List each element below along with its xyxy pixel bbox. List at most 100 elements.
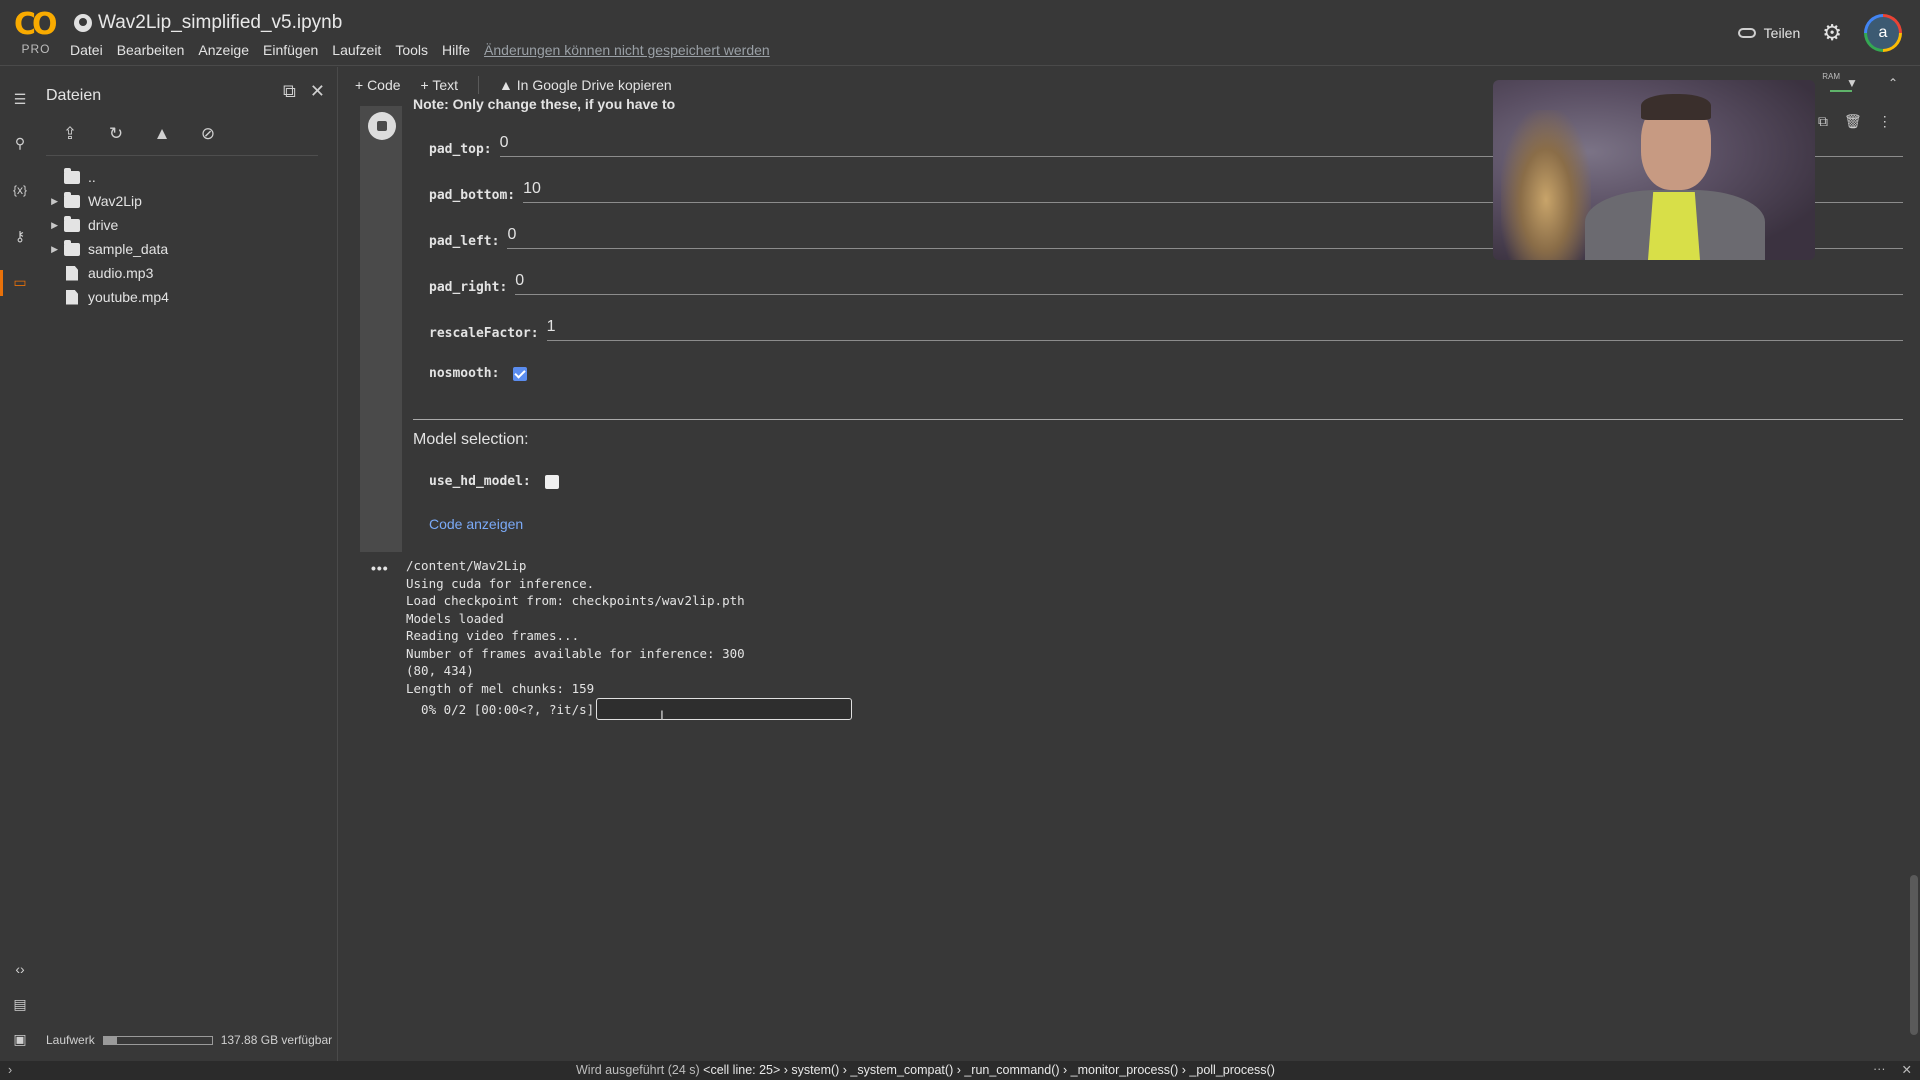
menu-tools[interactable]: Tools xyxy=(395,42,428,58)
copy-cell-icon[interactable]: ⧉ xyxy=(1818,113,1828,130)
field-label: pad_bottom: xyxy=(429,188,516,203)
tree-item-audio[interactable]: audio.mp3 xyxy=(38,261,328,285)
menubar: Datei Bearbeiten Anzeige Einfügen Laufze… xyxy=(70,42,770,58)
rescale-factor-input[interactable]: 1 xyxy=(546,318,1903,341)
stop-execution-button[interactable] xyxy=(368,112,396,140)
tree-item-label: .. xyxy=(88,169,96,185)
chevron-up-icon[interactable]: ⌃ xyxy=(1888,76,1898,90)
disk-usage-bar xyxy=(102,1035,213,1045)
notebook-title[interactable]: Wav2Lip_simplified_v5.ipynb xyxy=(74,12,342,34)
copy-to-drive-button[interactable]: ▲ In Google Drive kopieren xyxy=(499,77,672,93)
form-row-rescale: rescaleFactor: 1 xyxy=(429,318,1903,341)
hide-files-icon[interactable]: ⊘ xyxy=(196,123,220,145)
add-text-button[interactable]: + Text xyxy=(421,77,459,93)
share-button[interactable]: Teilen xyxy=(1737,25,1800,41)
stop-icon xyxy=(377,121,387,131)
chevron-right-icon[interactable]: ▶ xyxy=(38,244,64,255)
upload-file-icon[interactable]: ⇪ xyxy=(58,123,82,145)
output-line: Number of frames available for inference… xyxy=(406,645,745,661)
avatar[interactable]: a xyxy=(1864,14,1902,52)
folder-icon[interactable]: ▭ xyxy=(10,272,30,292)
colab-logo[interactable]: CO PRO xyxy=(14,10,58,58)
command-palette-icon[interactable]: ▤ xyxy=(10,994,30,1014)
tree-item-sample-data[interactable]: ▶ sample_data xyxy=(38,237,328,261)
tree-item-label: Wav2Lip xyxy=(88,193,142,209)
output-line: Using cuda for inference. xyxy=(406,575,595,591)
tree-item-youtube[interactable]: youtube.mp4 xyxy=(38,285,328,309)
cell-actions: ⧉ 🗑 ⋮ xyxy=(1818,113,1892,130)
more-horiz-icon[interactable]: ··· xyxy=(1873,1062,1886,1077)
field-label: pad_top: xyxy=(429,142,492,157)
colab-window: CO PRO Wav2Lip_simplified_v5.ipynb Datei… xyxy=(0,0,1920,1080)
menu-hilfe[interactable]: Hilfe xyxy=(442,42,470,58)
close-icon[interactable]: ✕ xyxy=(310,81,325,102)
field-label: rescaleFactor: xyxy=(429,326,539,341)
code-snippets-icon[interactable]: ‹› xyxy=(10,959,30,979)
tree-item-label: drive xyxy=(88,217,119,233)
drive-icon: ▲ xyxy=(499,77,517,93)
menu-anzeige[interactable]: Anzeige xyxy=(198,42,249,58)
toolbar-right: ▼ ⌃ xyxy=(1846,76,1898,90)
form-row-use-hd: use_hd_model: xyxy=(429,474,1903,489)
files-title: Dateien xyxy=(46,87,102,104)
open-in-tab-icon[interactable]: ⧉ xyxy=(283,81,296,102)
use-hd-model-checkbox[interactable] xyxy=(544,474,559,489)
cell-gutter xyxy=(360,106,402,552)
pro-badge: PRO xyxy=(21,42,51,56)
output-line: Reading video frames... xyxy=(406,628,580,643)
toc-icon[interactable]: ☰ xyxy=(10,89,30,109)
active-indicator xyxy=(0,270,3,296)
search-icon[interactable]: ⚲ xyxy=(10,133,30,153)
chevron-right-icon[interactable]: ▶ xyxy=(38,196,64,207)
folder-icon xyxy=(64,239,80,256)
background-lamp xyxy=(1501,110,1591,260)
section-divider xyxy=(413,419,1903,420)
toolbar-separator xyxy=(478,76,480,94)
status-trace: <cell line: 25> › system() › _system_com… xyxy=(703,1063,1275,1077)
mount-drive-icon[interactable]: ▲ xyxy=(150,123,174,145)
more-vert-icon[interactable]: ⋮ xyxy=(1878,113,1892,130)
pad-right-input[interactable]: 0 xyxy=(515,272,1903,295)
menu-bearbeiten[interactable]: Bearbeiten xyxy=(117,42,185,58)
output-line: Models loaded xyxy=(406,610,504,626)
menu-einfuegen[interactable]: Einfügen xyxy=(263,42,318,58)
save-warning-link[interactable]: Änderungen können nicht gespeichert werd… xyxy=(484,42,770,58)
refresh-folder-icon[interactable]: ↻ xyxy=(104,123,128,145)
terminal-icon[interactable]: ▣ xyxy=(10,1029,30,1049)
add-code-button[interactable]: + Code xyxy=(355,77,401,93)
avatar-letter: a xyxy=(1867,17,1899,49)
side-rail: ☰ ⚲ {x} ⚷ ▭ ‹› ▤ ▣ xyxy=(0,67,38,1061)
form-row-pad-right: pad_right: 0 xyxy=(429,272,1903,295)
close-icon[interactable]: ✕ xyxy=(1902,1062,1912,1077)
output-line: (80, 434) xyxy=(406,663,474,678)
chevron-right-icon[interactable]: ▶ xyxy=(38,220,64,231)
show-code-link[interactable]: Code anzeigen xyxy=(429,516,523,532)
status-actions: ··· ✕ xyxy=(1873,1062,1912,1077)
expand-icon[interactable]: › xyxy=(8,1063,12,1077)
scrollbar[interactable] xyxy=(1910,875,1918,1035)
tree-item-parent[interactable]: .. xyxy=(38,165,328,189)
progress-bar xyxy=(596,698,853,720)
disk-usage: Laufwerk 137.88 GB verfügbar xyxy=(46,1033,332,1047)
github-icon xyxy=(74,14,92,32)
file-tree: .. ▶ Wav2Lip ▶ drive ▶ sample_data audio… xyxy=(38,165,328,309)
field-label: pad_right: xyxy=(429,280,508,295)
folder-up-icon xyxy=(64,167,80,184)
menu-datei[interactable]: Datei xyxy=(70,42,103,58)
tree-item-label: audio.mp3 xyxy=(88,265,154,281)
chevron-down-icon[interactable]: ▼ xyxy=(1846,76,1858,90)
disk-free-text: 137.88 GB verfügbar xyxy=(220,1033,333,1047)
tree-item-drive[interactable]: ▶ drive xyxy=(38,213,328,237)
delete-icon[interactable]: 🗑 xyxy=(1844,113,1862,130)
tree-item-wav2lip[interactable]: ▶ Wav2Lip xyxy=(38,189,328,213)
key-icon[interactable]: ⚷ xyxy=(10,226,30,246)
variables-icon[interactable]: {x} xyxy=(10,180,30,200)
cell-output: /content/Wav2Lip Using cuda for inference… xyxy=(406,557,745,697)
nosmooth-checkbox[interactable] xyxy=(513,366,528,381)
notebook-title-text[interactable]: Wav2Lip_simplified_v5.ipynb xyxy=(98,12,342,34)
gear-icon[interactable]: ⚙ xyxy=(1822,22,1842,44)
menu-laufzeit[interactable]: Laufzeit xyxy=(332,42,381,58)
logo-text: CO xyxy=(14,7,58,42)
output-menu-icon[interactable]: ••• xyxy=(371,560,389,576)
output-line: Load checkpoint from: checkpoints/wav2li… xyxy=(406,593,745,608)
